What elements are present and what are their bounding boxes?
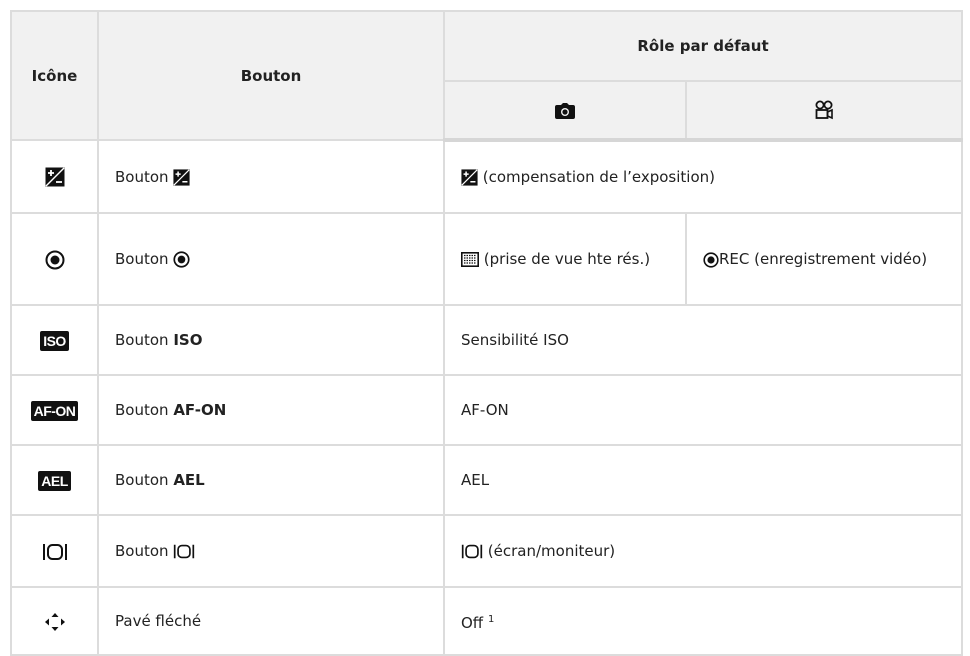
exposure-compensation-icon bbox=[461, 169, 478, 186]
button-label: Bouton bbox=[115, 167, 169, 186]
role-cell: (écran/moniteur) bbox=[443, 514, 963, 588]
header-video bbox=[685, 80, 963, 142]
movie-camera-icon bbox=[815, 100, 833, 120]
ael-icon: AEL bbox=[38, 470, 71, 491]
icon-cell: ISO bbox=[10, 304, 99, 376]
role-video-cell: REC (enregistrement vidéo) bbox=[685, 212, 963, 306]
record-icon bbox=[45, 250, 64, 269]
role-text: (prise de vue hte rés.) bbox=[483, 250, 651, 268]
role-cell: (compensation de l’exposition) bbox=[443, 139, 963, 214]
record-icon bbox=[173, 251, 190, 268]
role-photo-cell: (prise de vue hte rés.) bbox=[443, 212, 687, 306]
button-cell: Bouton bbox=[97, 139, 445, 214]
table-row: Bouton (prise de vue hte rés.) REC (enre… bbox=[10, 212, 963, 306]
table-row: ISO Bouton ISO Sensibilité ISO bbox=[10, 304, 963, 376]
high-res-shot-icon bbox=[461, 252, 479, 267]
header-icon: Icône bbox=[10, 10, 99, 141]
af-on-icon: AF-ON bbox=[30, 400, 79, 421]
button-name: ISO bbox=[173, 331, 203, 349]
monitor-switch-icon bbox=[461, 544, 483, 559]
button-name: AF-ON bbox=[173, 401, 227, 419]
icon-cell bbox=[10, 586, 99, 656]
button-label: Bouton bbox=[115, 250, 169, 268]
button-cell: Bouton AF-ON bbox=[97, 374, 445, 446]
table-row: Bouton (compensation de l’exposition) bbox=[10, 139, 963, 214]
table-row: AEL Bouton AEL AEL bbox=[10, 444, 963, 516]
table-row: Pavé fléché Off 1 bbox=[10, 586, 963, 656]
role-cell: Off 1 bbox=[443, 586, 963, 656]
monitor-switch-icon bbox=[174, 544, 195, 559]
button-cell: Bouton bbox=[97, 514, 445, 588]
icon-cell: AF-ON bbox=[10, 374, 99, 446]
table-row: Bouton (écran/moniteur) bbox=[10, 514, 963, 588]
header-button: Bouton bbox=[97, 10, 445, 141]
icon-cell: AEL bbox=[10, 444, 99, 516]
button-cell: Bouton ISO bbox=[97, 304, 445, 376]
role-cell: AEL bbox=[443, 444, 963, 516]
role-text: Off bbox=[461, 613, 484, 632]
role-text: (compensation de l’exposition) bbox=[482, 168, 715, 186]
button-cell: Bouton AEL bbox=[97, 444, 445, 516]
header-photo bbox=[443, 80, 687, 142]
header-default-role: Rôle par défaut bbox=[443, 10, 963, 82]
role-cell: Sensibilité ISO bbox=[443, 304, 963, 376]
button-name: AEL bbox=[173, 471, 205, 489]
button-label: Bouton bbox=[115, 471, 169, 489]
record-icon bbox=[703, 251, 719, 268]
camera-icon bbox=[555, 102, 575, 119]
button-label: Bouton bbox=[115, 401, 169, 419]
role-text: REC (enregistrement vidéo) bbox=[719, 250, 928, 268]
icon-cell bbox=[10, 514, 99, 588]
button-role-table: Icône Bouton Rôle par défaut Bouton (com… bbox=[10, 10, 963, 656]
role-cell: AF-ON bbox=[443, 374, 963, 446]
footnote-marker: 1 bbox=[487, 613, 495, 625]
icon-cell bbox=[10, 212, 99, 306]
monitor-switch-icon bbox=[42, 543, 67, 560]
iso-icon: ISO bbox=[40, 330, 69, 351]
icon-cell bbox=[10, 139, 99, 214]
role-text: (écran/moniteur) bbox=[487, 542, 616, 560]
button-label: Bouton bbox=[115, 542, 169, 560]
exposure-compensation-icon bbox=[45, 167, 64, 187]
button-label: Bouton bbox=[115, 331, 169, 349]
table-row: AF-ON Bouton AF-ON AF-ON bbox=[10, 374, 963, 446]
arrow-pad-icon bbox=[44, 612, 65, 631]
button-cell: Pavé fléché bbox=[97, 586, 445, 656]
button-cell: Bouton bbox=[97, 212, 445, 306]
exposure-compensation-icon bbox=[173, 168, 190, 186]
